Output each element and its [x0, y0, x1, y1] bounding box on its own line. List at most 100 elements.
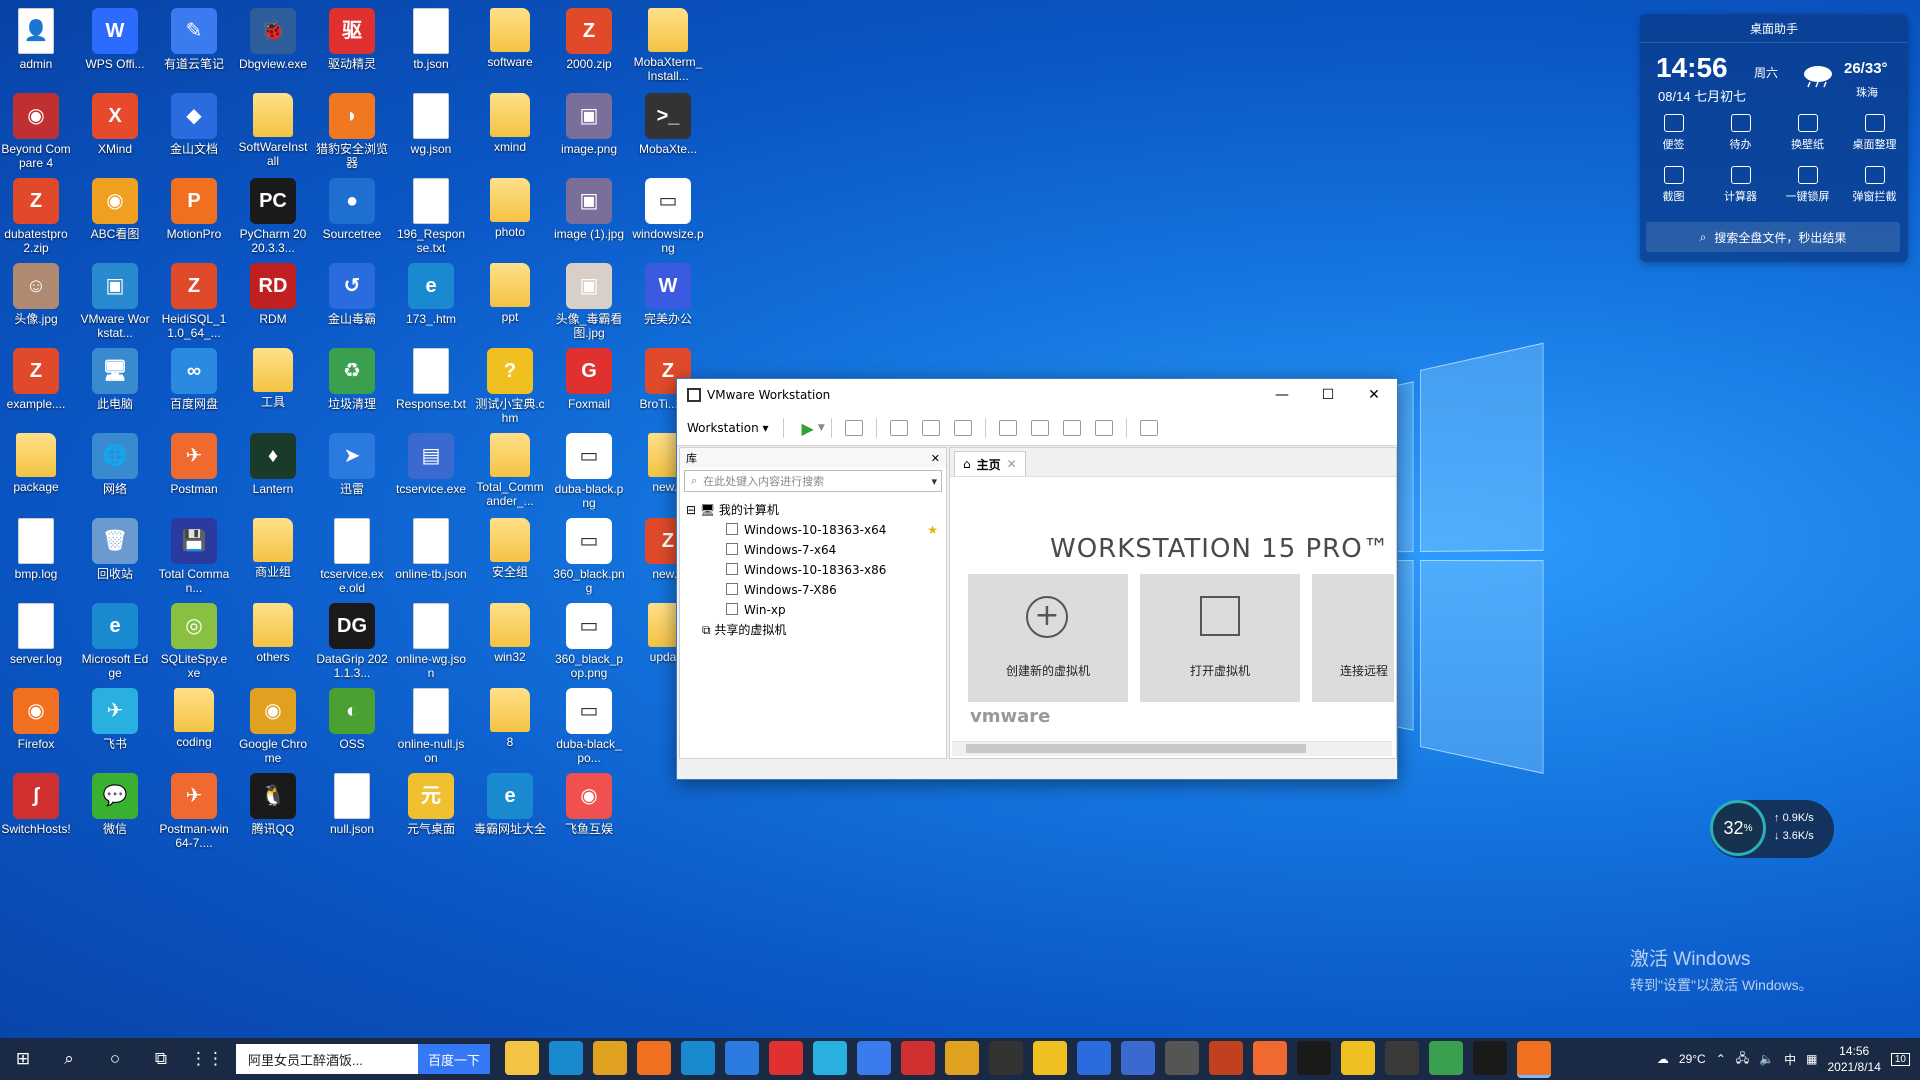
desktop-icon[interactable]: Zdubatestpro2.zip: [0, 178, 72, 255]
desktop-icon[interactable]: 元元气桌面: [395, 773, 467, 836]
desktop-icon[interactable]: ➤ 迅雷: [316, 433, 388, 496]
desktop-icon[interactable]: Z HeidiSQL_11.0_64_...: [158, 263, 230, 340]
desktop-icon[interactable]: ◉ Firefox: [0, 688, 72, 751]
desktop-icon[interactable]: ʃ SwitchHosts!: [0, 773, 72, 836]
library-search-input[interactable]: ⌕ 在此处键入内容进行搜索 ▾: [684, 470, 942, 492]
widget-file-search[interactable]: ⌕ 搜索全盘文件，秒出结果: [1646, 222, 1900, 252]
desktop-icon[interactable]: ◉ Beyond Compare 4: [0, 93, 72, 170]
desktop-icon[interactable]: ◉ ABC看图: [79, 178, 151, 241]
tree-vm-item[interactable]: Win-xp: [686, 600, 946, 620]
taskbar-app-icon[interactable]: [725, 1040, 759, 1075]
taskbar-search-input[interactable]: 阿里女员工醉酒饭...: [236, 1044, 418, 1074]
apps-grid-icon[interactable]: ⋮⋮: [184, 1038, 230, 1080]
desktop-icon[interactable]: null.json: [316, 773, 388, 836]
desktop-icon[interactable]: ✈ Postman: [158, 433, 230, 496]
network-monitor[interactable]: 32% ↑ 0.9K/s ↓ 3.6K/s: [1710, 800, 1834, 858]
volume-icon[interactable]: 🔈: [1759, 1052, 1774, 1066]
revert-snapshot-icon[interactable]: [921, 420, 940, 436]
chevron-up-icon[interactable]: ⌃: [1716, 1052, 1726, 1066]
desktop-icon[interactable]: server.log: [0, 603, 72, 666]
desktop-icon[interactable]: ppt: [474, 263, 546, 324]
desktop-icon[interactable]: ↺ 金山毒霸: [316, 263, 388, 326]
taskbar-app-icon[interactable]: [989, 1040, 1023, 1075]
taskbar-app-icon[interactable]: [813, 1040, 847, 1075]
taskbar-app-icon[interactable]: [857, 1040, 891, 1075]
desktop-icon[interactable]: ✎ 有道云笔记: [158, 8, 230, 71]
desktop-icon[interactable]: online-wg.json: [395, 603, 467, 680]
taskbar-app-icon[interactable]: [1077, 1040, 1111, 1075]
desktop-icon[interactable]: ▭ windowsize.png: [632, 178, 704, 255]
desktop-icon[interactable]: SoftWareInstall: [237, 93, 309, 168]
taskbar-app-icon[interactable]: [769, 1040, 803, 1075]
desktop-icon[interactable]: ◉ Google Chrome: [237, 688, 309, 765]
close-tab-icon[interactable]: ✕: [1007, 457, 1017, 471]
taskbar-app-icon[interactable]: [1297, 1040, 1331, 1075]
taskbar-app-icon[interactable]: [549, 1040, 583, 1075]
show-library-icon[interactable]: [998, 420, 1017, 436]
desktop-icon[interactable]: ◆ 金山文档: [158, 93, 230, 156]
taskbar-app-icon[interactable]: [1429, 1040, 1463, 1075]
tray-weather[interactable]: 29°C: [1679, 1052, 1706, 1066]
tool-organize[interactable]: 桌面整理: [1841, 114, 1908, 152]
desktop-icon[interactable]: tb.json: [395, 8, 467, 71]
tool-screenshot[interactable]: 截图: [1640, 166, 1707, 204]
baidu-search-button[interactable]: 百度一下: [418, 1044, 490, 1074]
desktop-icon[interactable]: 👤 admin: [0, 8, 72, 71]
desktop-icon[interactable]: ◗ 猎豹安全浏览器: [316, 93, 388, 170]
desktop-icon[interactable]: wg.json: [395, 93, 467, 156]
tree-vm-item[interactable]: Windows-10-18363-x86: [686, 560, 946, 580]
desktop-icon[interactable]: 8: [474, 688, 546, 749]
tool-calculator[interactable]: 计算器: [1707, 166, 1774, 204]
tool-lock[interactable]: 一键锁屏: [1774, 166, 1841, 204]
close-button[interactable]: ✕: [1351, 379, 1397, 411]
tool-todo[interactable]: 待办: [1707, 114, 1774, 152]
taskbar-app-icon[interactable]: [1473, 1040, 1507, 1075]
notification-icon[interactable]: 10: [1890, 1052, 1910, 1066]
desktop-icon[interactable]: ✈ Postman-win64-7....: [158, 773, 230, 850]
desktop-icon[interactable]: W 完美办公: [632, 263, 704, 326]
vmware-titlebar[interactable]: VMware Workstation — ☐ ✕: [677, 379, 1397, 411]
desktop-icon[interactable]: ▣ 头像_毒霸看图.jpg: [553, 263, 625, 340]
play-icon[interactable]: ▶: [802, 419, 814, 438]
desktop-icon[interactable]: package: [0, 433, 72, 494]
taskbar-app-icon[interactable]: [637, 1040, 671, 1075]
desktop-icon[interactable]: RD RDM: [237, 263, 309, 326]
desktop-icon[interactable]: e Microsoft Edge: [79, 603, 151, 680]
taskbar-app-icon[interactable]: [681, 1040, 715, 1075]
desktop-icon[interactable]: Response.txt: [395, 348, 467, 411]
desktop-icon[interactable]: xmind: [474, 93, 546, 154]
desktop-icon[interactable]: others: [237, 603, 309, 664]
taskbar-clock[interactable]: 14:56 2021/8/14: [1827, 1043, 1880, 1075]
desktop-icon[interactable]: photo: [474, 178, 546, 239]
taskbar-app-icon[interactable]: [1033, 1040, 1067, 1075]
desktop-icon[interactable]: MobaXterm_Install...: [632, 8, 704, 83]
desktop-icon[interactable]: ▤ tcservice.exe: [395, 433, 467, 496]
desktop-icon[interactable]: ▭ 360_black_pop.png: [553, 603, 625, 680]
desktop-icon[interactable]: ◎ SQLiteSpy.exe: [158, 603, 230, 680]
desktop-icon[interactable]: Zexample....: [0, 348, 72, 411]
desktop-icon[interactable]: bmp.log: [0, 518, 72, 581]
desktop-icon[interactable]: 🐧 腾讯QQ: [237, 773, 309, 836]
create-vm-tile[interactable]: + 创建新的虚拟机: [968, 574, 1128, 702]
fullscreen-icon[interactable]: [1062, 420, 1081, 436]
chevron-down-icon[interactable]: ▾: [931, 475, 937, 488]
desktop-icon[interactable]: 工具: [237, 348, 309, 409]
workstation-menu[interactable]: Workstation ▾: [677, 421, 777, 435]
desktop-icon[interactable]: G Foxmail: [553, 348, 625, 411]
tab-home[interactable]: ⌂ 主页 ✕: [954, 451, 1026, 476]
desktop-icon[interactable]: 🗑 回收站: [79, 518, 151, 581]
tree-shared-vms[interactable]: ⧉ 共享的虚拟机: [686, 620, 946, 640]
taskbar-app-icon[interactable]: [901, 1040, 935, 1075]
taskbar-app-icon[interactable]: [1165, 1040, 1199, 1075]
desktop-icon[interactable]: online-tb.json: [395, 518, 467, 581]
desktop-icon[interactable]: 🐞 Dbgview.exe: [237, 8, 309, 71]
desktop-icon[interactable]: DG DataGrip 2021.1.3...: [316, 603, 388, 680]
desktop-icon[interactable]: 驱驱动精灵: [316, 8, 388, 71]
taskbar-app-icon[interactable]: [1517, 1040, 1551, 1078]
snapshot-icon[interactable]: [889, 420, 908, 436]
taskbar-app-icon[interactable]: [1121, 1040, 1155, 1075]
desktop-icon[interactable]: ∞ 百度网盘: [158, 348, 230, 411]
desktop-icon[interactable]: Total_Commander_...: [474, 433, 546, 508]
send-keys-icon[interactable]: [844, 420, 863, 436]
desktop-icon[interactable]: coding: [158, 688, 230, 749]
